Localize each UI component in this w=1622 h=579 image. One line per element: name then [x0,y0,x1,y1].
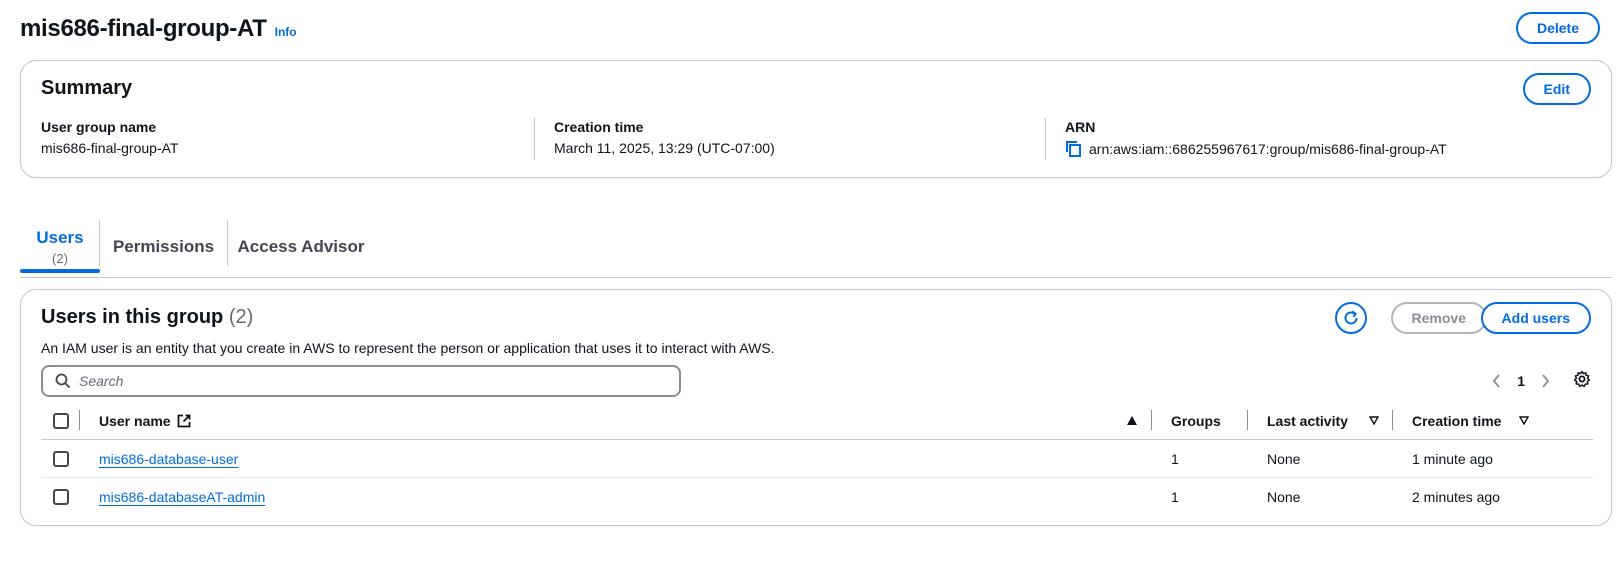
field-value: mis686-final-group-AT [41,140,179,156]
column-divider [1392,410,1393,430]
arn-value-row: arn:aws:iam::686255967617:group/mis686-f… [1065,140,1447,158]
groups-cell: 1 [1171,489,1179,505]
column-user-name[interactable]: User name [99,413,191,429]
row-checkbox[interactable] [53,451,69,467]
panel-description: An IAM user is an entity that you create… [41,340,775,356]
gear-icon[interactable] [1573,370,1591,393]
summary-container: Summary Edit User group name mis686-fina… [20,60,1612,178]
column-last-activity[interactable]: Last activity [1267,413,1348,429]
panel-count: (2) [228,306,254,328]
tab-label: Access Advisor [237,237,365,256]
sort-ascending-icon[interactable] [1127,416,1137,425]
sort-icon[interactable] [1519,416,1529,425]
info-link[interactable]: Info [275,25,297,39]
tab-permissions[interactable]: Permissions [100,218,227,276]
copy-icon[interactable] [1065,140,1083,158]
table-header: User name Groups Last activity Creation … [41,402,1593,440]
chevron-right-icon[interactable] [1539,373,1551,389]
panel-title-text: Users in this group [41,306,224,328]
tab-count: (2) [52,251,68,266]
active-tab-indicator [20,269,100,273]
add-users-button[interactable]: Add users [1480,302,1591,334]
column-creation-time[interactable]: Creation time [1412,413,1501,429]
arn-field: ARN arn:aws:iam::686255967617:group/mis6… [1065,119,1447,158]
arn-value: arn:aws:iam::686255967617:group/mis686-f… [1089,141,1447,157]
field-value: March 11, 2025, 13:29 (UTC-07:00) [554,140,775,156]
search-icon [55,373,71,389]
column-divider [1247,410,1248,430]
user-name-link[interactable]: mis686-databaseAT-admin [99,489,265,505]
last-activity-cell: None [1267,489,1301,505]
external-link-icon [177,414,190,428]
tab-users[interactable]: Users (2) [20,218,100,276]
tab-bar: Users (2) Permissions Access Advisor [20,218,1612,278]
refresh-button[interactable] [1335,302,1367,334]
delete-button[interactable]: Delete [1515,12,1600,44]
creation-time-field: Creation time March 11, 2025, 13:29 (UTC… [554,119,775,156]
column-groups[interactable]: Groups [1171,413,1221,429]
remove-button[interactable]: Remove [1390,302,1487,334]
search-field[interactable] [41,365,681,397]
chevron-left-icon[interactable] [1491,373,1503,389]
page-title: mis686-final-group-AT [20,15,267,42]
tab-label: Permissions [112,237,215,256]
edit-button[interactable]: Edit [1522,73,1591,105]
users-panel: Users in this group (2) An IAM user is a… [20,289,1612,526]
field-label: ARN [1065,119,1096,135]
creation-time-cell: 1 minute ago [1412,451,1493,467]
column-divider [1151,410,1152,430]
pagination: 1 [1491,365,1591,397]
table-row: mis686-databaseAT-admin 1 None 2 minutes… [41,478,1593,516]
column-divider [79,410,80,430]
users-table: User name Groups Last activity Creation … [41,402,1593,516]
divider [1045,118,1046,160]
sort-icon[interactable] [1369,416,1379,425]
summary-title: Summary [41,77,133,99]
column-label: User name [99,413,171,429]
divider [534,118,535,160]
user-group-name-field: User group name mis686-final-group-AT [41,119,178,156]
tab-access-advisor[interactable]: Access Advisor [228,218,374,276]
last-activity-cell: None [1267,451,1301,467]
users-panel-title: Users in this group (2) [41,306,253,329]
refresh-icon [1344,310,1358,325]
select-all-checkbox[interactable] [53,413,69,429]
row-checkbox[interactable] [53,489,69,505]
tab-label: Users [36,228,84,247]
field-label: User group name [41,119,157,135]
page-header: mis686-final-group-AT Info [20,12,1608,46]
page-number[interactable]: 1 [1517,373,1525,389]
groups-cell: 1 [1171,451,1179,467]
field-label: Creation time [554,119,644,135]
user-name-link[interactable]: mis686-database-user [99,451,238,467]
search-input[interactable] [79,373,639,389]
creation-time-cell: 2 minutes ago [1412,489,1500,505]
table-row: mis686-database-user 1 None 1 minute ago [41,440,1593,478]
